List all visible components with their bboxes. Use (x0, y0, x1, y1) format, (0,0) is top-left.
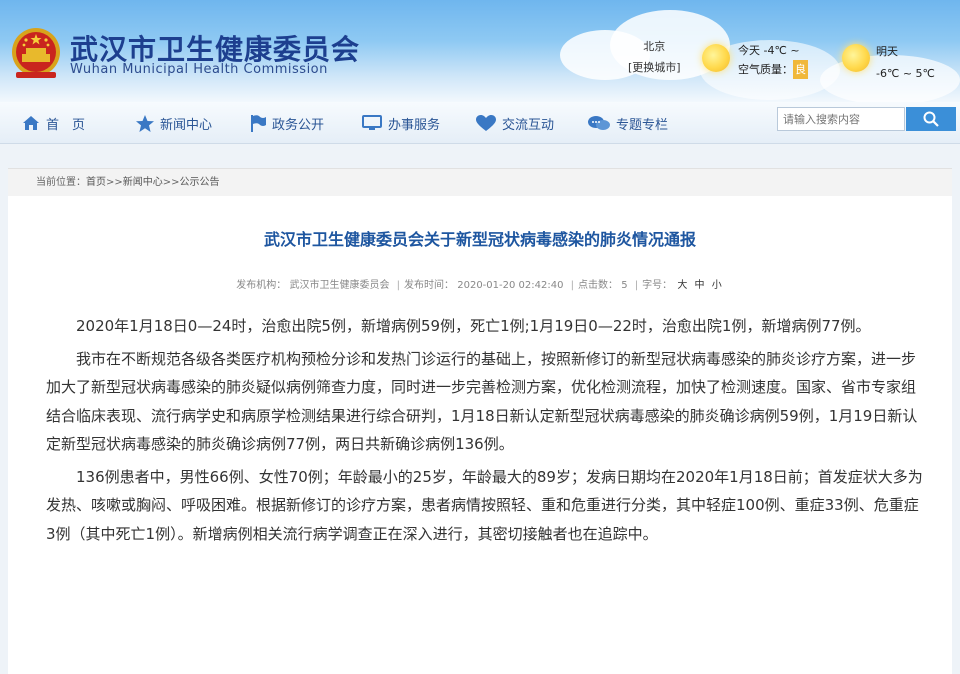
article-container: 武汉市卫生健康委员会关于新型冠状病毒感染的肺炎情况通报 发布机构： 武汉市卫生健… (8, 196, 952, 674)
today-label: 今天 (738, 44, 760, 57)
national-emblem-logo[interactable] (10, 26, 62, 82)
article-body: 2020年1月18日0—24时，治愈出院5例，新增病例59例，死亡1例;1月19… (46, 312, 926, 552)
breadcrumb-prefix: 当前位置： (36, 177, 86, 188)
air-quality-label: 空气质量： (738, 63, 793, 76)
meta-divider: | (396, 280, 401, 291)
org-label: 发布机构： (236, 280, 287, 291)
clicks-label: 点击数： (578, 280, 619, 291)
weather-city: 北京 [更换城市] (628, 38, 681, 75)
nav-item-home[interactable]: 首 页 (22, 113, 85, 133)
nav-label: 政务公开 (272, 117, 325, 133)
tomorrow-temp: -6℃ ~ 5℃ (876, 67, 935, 80)
sun-icon (702, 44, 730, 72)
home-icon (23, 116, 39, 130)
breadcrumb-news-link[interactable]: 新闻中心 (123, 177, 163, 188)
tomorrow-weather: 明天 -6℃ ~ 5℃ (876, 41, 935, 85)
tomorrow-label: 明天 (876, 45, 898, 58)
nav-item-government[interactable]: 政务公开 (250, 113, 324, 133)
heart-icon (476, 114, 496, 131)
nav-item-services[interactable]: 办事服务 (362, 113, 440, 133)
breadcrumb-home-link[interactable]: 首页 (86, 177, 106, 188)
clicks-value: 5 (621, 280, 628, 291)
city-name: 北京 (643, 40, 666, 53)
monitor-icon (362, 115, 382, 130)
meta-divider: | (570, 280, 575, 291)
breadcrumb-separator: >> (162, 177, 180, 188)
nav-label: 办事服务 (388, 117, 441, 133)
article-paragraph: 我市在不断规范各级各类医疗机构预检分诊和发热门诊运行的基础上，按照新修订的新型冠… (46, 349, 918, 454)
sun-icon (842, 44, 870, 72)
nav-item-interaction[interactable]: 交流互动 (476, 113, 554, 133)
nav-label: 交流互动 (502, 117, 555, 133)
nav-item-topics[interactable]: 专题专栏 (588, 113, 668, 133)
nav-label: 新闻中心 (160, 117, 213, 133)
org-value: 武汉市卫生健康委员会 (289, 280, 390, 291)
meta-divider: | (634, 280, 639, 291)
nav-label: 首 页 (46, 117, 86, 133)
today-temp: -4℃ ~ (763, 44, 800, 57)
chat-icon (588, 115, 610, 130)
font-size-small-button[interactable]: 小 (712, 280, 722, 291)
breadcrumb-current[interactable]: 公示公告 (180, 177, 220, 188)
search-button[interactable] (906, 107, 956, 131)
time-label: 发布时间： (404, 280, 455, 291)
article-paragraph: 136例患者中，男性66例、女性70例；年龄最小的25岁，年龄最大的89岁；发病… (46, 467, 923, 543)
nav-item-news[interactable]: 新闻中心 (136, 113, 212, 133)
font-size-large-button[interactable]: 大 (677, 280, 687, 291)
breadcrumb: 当前位置：首页>>新闻中心>>公示公告 (8, 168, 952, 196)
switch-city-link[interactable]: [更换城市] (628, 59, 681, 75)
star-icon (136, 114, 154, 132)
fontsize-label: 字号： (642, 280, 673, 291)
font-size-medium-button[interactable]: 中 (695, 280, 705, 291)
time-value: 2020-01-20 02:42:40 (457, 280, 564, 291)
article-meta: 发布机构： 武汉市卫生健康委员会 | 发布时间： 2020-01-20 02:42… (8, 276, 952, 291)
today-weather: 今天 -4℃ ~ 空气质量：良 (738, 41, 808, 79)
nav-label: 专题专栏 (616, 117, 669, 133)
site-subtitle: Wuhan Municipal Health Commission (70, 62, 328, 77)
search-icon (923, 111, 939, 127)
air-quality-badge: 良 (793, 60, 808, 79)
breadcrumb-separator: >> (106, 177, 123, 188)
site-header: 武汉市卫生健康委员会 Wuhan Municipal Health Commis… (0, 0, 960, 102)
flag-icon (251, 115, 266, 132)
search-input[interactable] (777, 107, 905, 131)
article-title: 武汉市卫生健康委员会关于新型冠状病毒感染的肺炎情况通报 (263, 230, 696, 249)
article-paragraph: 2020年1月18日0—24时，治愈出院5例，新增病例59例，死亡1例;1月19… (76, 317, 871, 335)
